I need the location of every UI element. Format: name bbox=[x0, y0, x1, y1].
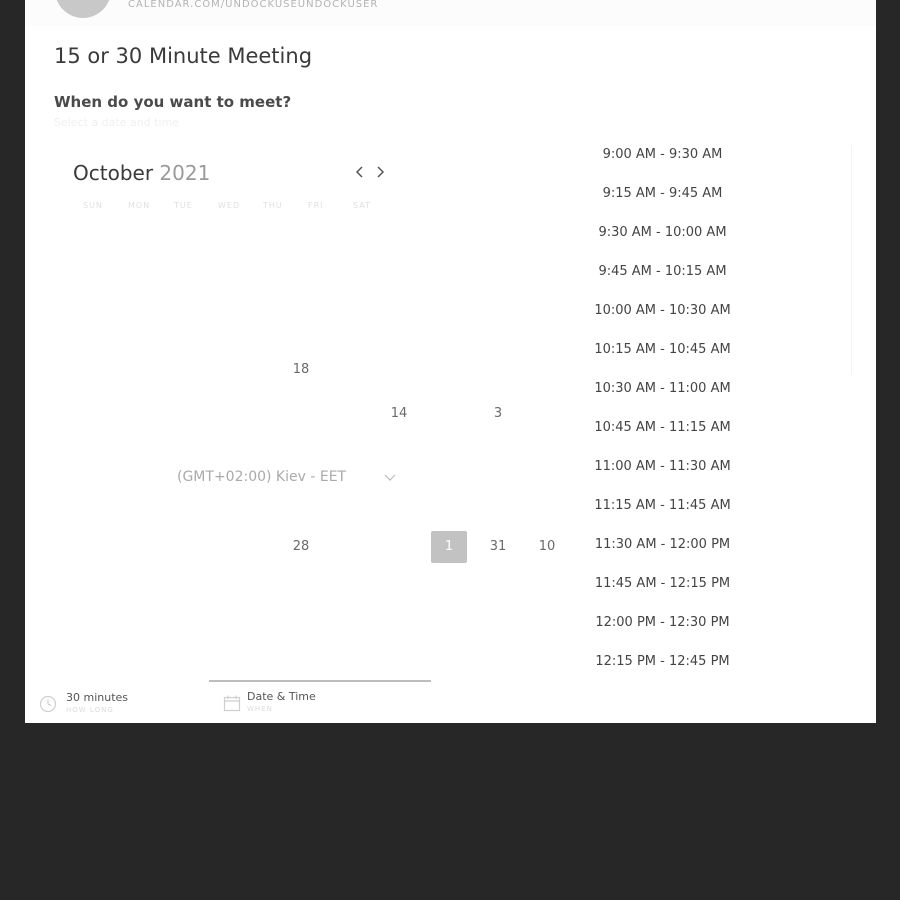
active-tab-indicator bbox=[209, 680, 431, 682]
tab-duration[interactable]: 30 minutes HOW LONG bbox=[39, 688, 189, 718]
calendar-month-label: October 2021 bbox=[73, 161, 210, 185]
meeting-hint: Select a date and time bbox=[54, 116, 180, 129]
time-slot[interactable]: 10:30 AM - 11:00 AM bbox=[555, 371, 770, 407]
tab-duration-sub: HOW LONG bbox=[66, 706, 114, 714]
weekday-sun: SUN bbox=[83, 201, 103, 210]
calendar-icon bbox=[223, 695, 241, 712]
clock-icon bbox=[39, 695, 57, 713]
time-slot[interactable]: 12:15 PM - 12:45 PM bbox=[555, 644, 770, 680]
month-name: October bbox=[73, 161, 154, 185]
time-slot[interactable]: 9:00 AM - 9:30 AM bbox=[555, 137, 770, 173]
meeting-title: 15 or 30 Minute Meeting bbox=[54, 44, 313, 68]
tab-datetime[interactable]: Date & Time WHEN bbox=[223, 688, 383, 718]
weekday-header: SUN MON TUE WED THU FRI SAT bbox=[80, 201, 380, 215]
time-slot[interactable]: 10:00 AM - 10:30 AM bbox=[555, 293, 770, 329]
timezone-select[interactable]: (GMT+02:00) Kiev - EET bbox=[177, 469, 346, 485]
month-year: 2021 bbox=[159, 161, 211, 185]
weekday-wed: WED bbox=[218, 201, 241, 210]
time-slot[interactable]: 11:00 AM - 11:30 AM bbox=[555, 449, 770, 485]
tab-datetime-sub: WHEN bbox=[247, 705, 273, 713]
weekday-thu: THU bbox=[263, 201, 283, 210]
next-month-button[interactable] bbox=[371, 163, 389, 183]
weekday-fri: FRI bbox=[308, 201, 324, 210]
prev-month-button[interactable] bbox=[351, 163, 369, 183]
calendar-day[interactable]: 28 bbox=[283, 531, 319, 563]
chevron-down-icon bbox=[384, 474, 396, 481]
calendar-day[interactable]: 3 bbox=[480, 398, 516, 430]
weekday-sat: SAT bbox=[353, 201, 371, 210]
tab-duration-label: 30 minutes bbox=[66, 691, 129, 704]
calendar-day[interactable]: 31 bbox=[480, 531, 516, 563]
time-slot-list: 9:00 AM - 9:30 AM 9:15 AM - 9:45 AM 9:30… bbox=[555, 137, 770, 682]
step-tabs: 30 minutes HOW LONG Date & Time WHEN bbox=[25, 680, 876, 723]
time-slot[interactable]: 12:00 PM - 12:30 PM bbox=[555, 605, 770, 641]
calendar-day[interactable]: 14 bbox=[381, 398, 417, 430]
calendar-day-selected[interactable]: 1 bbox=[431, 531, 467, 563]
booking-card: CALENDAR.COM/UNDOCKUSEUNDOCKUSER 15 or 3… bbox=[25, 0, 876, 723]
meeting-question: When do you want to meet? bbox=[54, 93, 292, 111]
time-slot[interactable]: 11:15 AM - 11:45 AM bbox=[555, 488, 770, 524]
time-slot[interactable]: 11:45 AM - 12:15 PM bbox=[555, 566, 770, 602]
chevron-left-icon bbox=[355, 166, 363, 178]
tab-datetime-label: Date & Time bbox=[247, 690, 316, 703]
chevron-right-icon bbox=[377, 166, 385, 178]
weekday-tue: TUE bbox=[174, 201, 193, 210]
time-slot[interactable]: 9:30 AM - 10:00 AM bbox=[555, 215, 770, 251]
weekday-mon: MON bbox=[128, 201, 151, 210]
time-slot[interactable]: 9:45 AM - 10:15 AM bbox=[555, 254, 770, 290]
time-slot[interactable]: 11:30 AM - 12:00 PM bbox=[555, 527, 770, 563]
calendar-day[interactable]: 18 bbox=[283, 354, 319, 386]
calendar-url: CALENDAR.COM/UNDOCKUSEUNDOCKUSER bbox=[128, 0, 379, 10]
time-slot[interactable]: 10:15 AM - 10:45 AM bbox=[555, 332, 770, 368]
time-slot[interactable]: 9:15 AM - 9:45 AM bbox=[555, 176, 770, 212]
time-slot[interactable]: 10:45 AM - 11:15 AM bbox=[555, 410, 770, 446]
slot-panel-divider bbox=[851, 145, 852, 375]
